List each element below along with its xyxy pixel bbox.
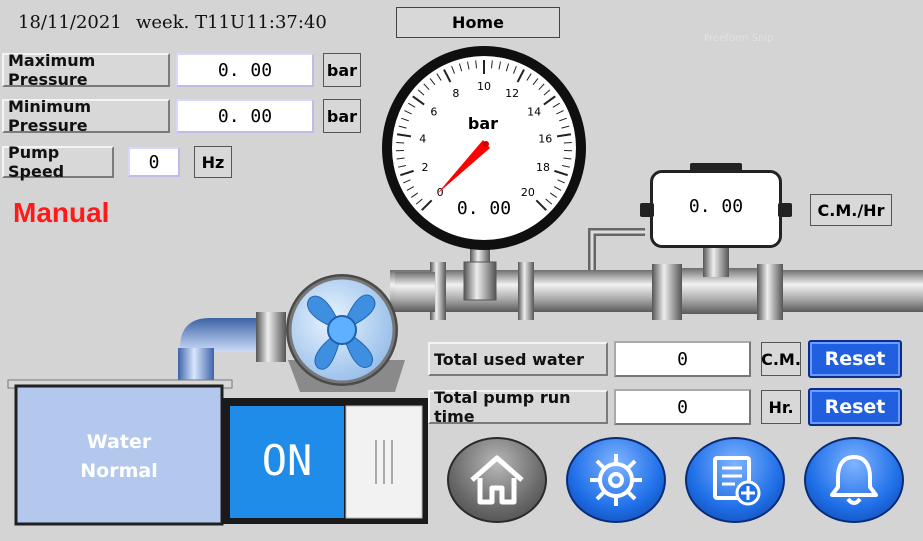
- total-water-label: Total used water: [428, 342, 608, 376]
- total-water-unit: C.M.: [761, 342, 801, 376]
- meter-top-cap: [690, 163, 742, 173]
- flange: [757, 264, 783, 320]
- fan-hub: [327, 315, 357, 345]
- gauge-readout: 0. 00: [456, 198, 512, 219]
- nav-home-button[interactable]: [447, 437, 547, 523]
- tank-status-line1: Water: [86, 431, 152, 453]
- pump-switch[interactable]: [222, 398, 428, 524]
- inlet-coupling: [256, 312, 286, 362]
- gauge-tick-label: 18: [536, 161, 550, 174]
- sensor-tube-highlight: [590, 230, 645, 270]
- gauge-tick-label: 16: [538, 132, 552, 145]
- gauge-tick-label: 2: [422, 161, 429, 174]
- reset-runtime-button[interactable]: Reset: [808, 388, 902, 426]
- pump-outlet: [395, 272, 435, 312]
- gauge-nut: [463, 261, 497, 301]
- gauge-tick-label: 20: [521, 186, 535, 199]
- nav-settings-button[interactable]: [566, 437, 666, 523]
- total-runtime-label: Total pump run time: [428, 388, 608, 426]
- gauge-pivot: [483, 141, 489, 147]
- gear-icon: [590, 454, 642, 506]
- gauge-tick-label: 12: [505, 87, 519, 100]
- gauge-tick-label: 14: [527, 106, 541, 119]
- gauge-tick-label: 10: [477, 80, 491, 93]
- flange: [652, 264, 682, 320]
- document-add-icon: [713, 456, 761, 506]
- home-icon: [470, 455, 524, 505]
- tank-status-line2: Normal: [80, 460, 158, 482]
- total-water-value: 0: [614, 341, 751, 377]
- flange: [518, 262, 534, 320]
- bell-icon: [830, 455, 878, 505]
- gauge-tick-label: 6: [430, 106, 437, 119]
- nav-alarm-button[interactable]: [804, 437, 904, 523]
- pressure-gauge: 02468101214161820: [382, 46, 586, 250]
- reset-water-button[interactable]: Reset: [808, 340, 902, 378]
- gauge-minor-tick: [563, 141, 572, 144]
- gauge-unit: bar: [467, 114, 499, 133]
- gauge-tick-label: 4: [419, 132, 426, 145]
- flow-unit: C.M./Hr: [810, 194, 892, 226]
- total-runtime-unit: Hr.: [761, 390, 801, 424]
- sensor-tube: [588, 228, 645, 270]
- gauge-minor-tick: [396, 141, 405, 144]
- total-runtime-value: 0: [614, 389, 751, 425]
- gauge-tick-label: 8: [452, 87, 459, 100]
- flow-readout: 0. 00: [688, 196, 744, 217]
- tank-status: Water Normal: [16, 428, 222, 486]
- meter-stem: [703, 245, 729, 277]
- nav-log-button[interactable]: [685, 437, 785, 523]
